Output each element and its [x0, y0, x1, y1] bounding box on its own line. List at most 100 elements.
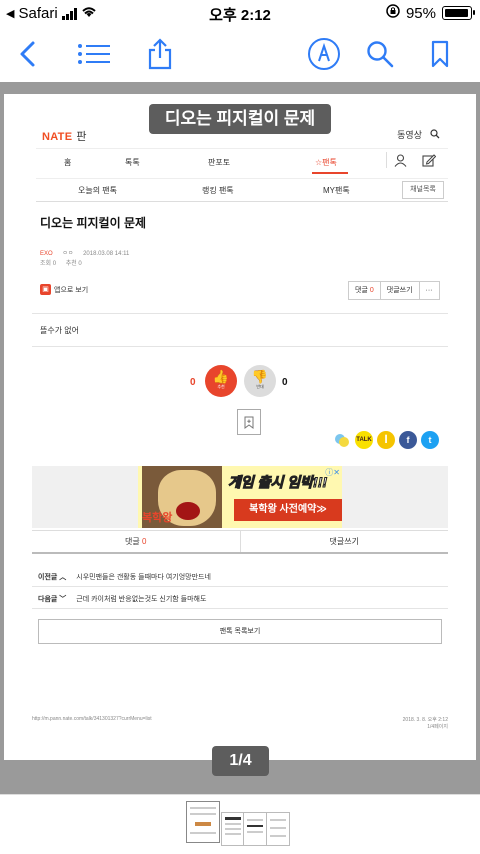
ad-choices-icon[interactable]: ⓘ✕ [325, 467, 340, 478]
battery-icon [442, 6, 475, 20]
sub-nav: 오늘의 팬톡 랭킹 팬톡 MY팬톡 채널목록 [36, 178, 448, 202]
dislike-label: 반대 [256, 384, 264, 389]
markup-pen-icon[interactable] [304, 34, 344, 74]
next-post[interactable]: 다음글 ﹀ 근데 카이처럼 반응없는것도 신기함 들마해도 [38, 594, 206, 604]
divider [32, 608, 448, 609]
post-datetime: 2018.03.08 14:11 [83, 251, 130, 257]
document-title-overlay: 디오는 피지컬이 문제 [149, 104, 331, 134]
next-post-label: 다음글 ﹀ [38, 596, 67, 603]
divider [32, 313, 448, 314]
page-search-icon[interactable] [430, 128, 440, 141]
orientation-lock-icon [386, 4, 400, 22]
comment-label: 댓글 [355, 287, 368, 294]
tab-comments-label: 댓글 [125, 537, 140, 546]
like-count: 0 [190, 377, 196, 388]
tab-write-comment[interactable]: 댓글쓰기 [239, 531, 449, 552]
ad-brand: 복학왕 [142, 512, 173, 524]
post-body: 뜰수가 없어 [40, 326, 80, 335]
scrap-icon [244, 416, 254, 429]
thumbnail-page-3[interactable] [243, 812, 267, 846]
list-button[interactable]: 팬톡 목록보기 [38, 619, 442, 644]
share-facebook-icon[interactable]: f [399, 431, 417, 449]
viewer-toolbar [0, 28, 480, 82]
page-indicator: 1/4 [212, 746, 269, 776]
battery-percent: 95% [405, 4, 436, 22]
thumbnail-page-1[interactable] [186, 801, 220, 843]
share-buttons: TALK ꟾ f t [333, 431, 439, 449]
prev-post-title[interactable]: 시우민팬들은 갠활동 들때마다 여기엉망만드네 [76, 572, 211, 582]
nav-home[interactable]: 홈 [64, 157, 71, 168]
share-kakaotalk-icon[interactable] [333, 431, 351, 449]
share-kakao-talk-icon[interactable]: TALK [355, 431, 373, 449]
next-post-title[interactable]: 근데 카이처럼 반응없는것도 신기함 들마해도 [76, 594, 206, 604]
post-meta: EXO ㅇㅇ 2018.03.08 14:11 [40, 248, 129, 257]
comment-count-button[interactable]: 댓글 0 [348, 281, 381, 300]
ad-image[interactable]: 복학왕 게임 출시 임박!!! 복학왕 사전예약≫ ⓘ✕ [138, 466, 342, 528]
logo-text: NATE [42, 131, 73, 143]
share-twitter-icon[interactable]: t [421, 431, 439, 449]
write-icon[interactable] [422, 153, 437, 172]
app-view-link[interactable]: ▣ 앱으로 보기 [40, 284, 88, 295]
subnav-today[interactable]: 오늘의 팬톡 [78, 185, 117, 196]
print-footer-pages: 1/4페이지 [427, 724, 448, 730]
app-icon: ▣ [40, 284, 51, 295]
nav-talk[interactable]: 톡톡 [125, 157, 140, 168]
list-icon[interactable] [74, 34, 114, 74]
thumbnail-page-2[interactable] [221, 812, 245, 846]
prev-post[interactable]: 이전글 ︿ 시우민팬들은 갠활동 들때마다 여기엉망만드네 [38, 572, 211, 582]
safari-pdf-viewer: ◀ Safari 오후 2:12 95% NATE 판 동영상 홈 톡톡 판포토… [0, 0, 480, 854]
ad-cta[interactable]: 복학왕 사전예약≫ [234, 499, 342, 521]
subnav-my[interactable]: MY팬톡 [323, 185, 350, 196]
scrap-button[interactable] [237, 409, 261, 435]
post-title: 디오는 피지컬이 문제 [40, 216, 147, 230]
nav-active-underline [312, 172, 348, 174]
post-author[interactable]: EXO [40, 251, 53, 257]
comment-count: 0 [369, 287, 374, 294]
channel-list-button[interactable]: 채널목록 [402, 181, 444, 199]
prev-post-label: 이전글 ︿ [38, 574, 67, 581]
logo-sub-text: 판 [76, 131, 87, 143]
ad-character-illustration: 복학왕 [142, 466, 222, 528]
more-button[interactable]: ··· [419, 281, 440, 300]
search-icon[interactable] [360, 34, 400, 74]
comment-actions: 댓글 0 댓글쓰기 ··· [348, 281, 440, 300]
nate-logo: NATE 판 [42, 128, 87, 144]
view-count: 조회 0 [40, 261, 57, 267]
video-link[interactable]: 동영상 [397, 128, 422, 141]
dislike-count: 0 [282, 377, 288, 388]
main-nav: 홈 톡톡 판포토 ☆팬톡 [36, 148, 448, 174]
divider [32, 586, 448, 587]
bookmark-icon[interactable] [420, 34, 460, 74]
tab-comments[interactable]: 댓글 0 [32, 531, 240, 552]
status-bar: ◀ Safari 오후 2:12 95% [0, 0, 480, 28]
user-icon[interactable] [394, 154, 407, 172]
nav-fantalk[interactable]: ☆팬톡 [315, 157, 337, 168]
back-icon[interactable] [8, 34, 48, 74]
print-footer-datetime: 2018. 3. 8. 오후 2:12 [402, 717, 448, 723]
subnav-ranking[interactable]: 랭킹 팬톡 [202, 185, 234, 196]
divider [32, 346, 448, 347]
thumbs-up-icon: 👍 [212, 369, 230, 384]
recommend-count: 추천 0 [65, 261, 82, 267]
ad-headline: 게임 출시 임박!!! [227, 474, 328, 491]
print-footer-date: 2018. 3. 8. 오후 2:12 1/4페이지 [403, 716, 448, 730]
app-view-label: 앱으로 보기 [54, 286, 89, 294]
thumbnail-page-4[interactable] [266, 812, 290, 846]
like-label: 추천 [217, 384, 225, 389]
page-thumbnails [0, 794, 480, 854]
dislike-button[interactable]: 👎 반대 [244, 365, 276, 397]
ad-banner[interactable]: 복학왕 게임 출시 임박!!! 복학왕 사전예약≫ ⓘ✕ [32, 466, 448, 528]
share-icon[interactable] [140, 34, 180, 74]
tab-comments-count: 0 [142, 537, 147, 546]
like-button[interactable]: 👍 추천 [205, 365, 237, 397]
comment-tabs: 댓글 0 댓글쓰기 [32, 530, 448, 554]
nav-photo[interactable]: 판포토 [208, 157, 230, 168]
post-stats: 조회 0 추천 0 [40, 258, 82, 267]
post-author-sub: ㅇㅇ [62, 251, 74, 257]
print-footer-url: http://m.pann.nate.com/talk/341301327?cu… [32, 716, 152, 722]
nav-divider [386, 152, 387, 168]
thumbs-down-icon: 👎 [251, 369, 269, 384]
share-kakao-story-icon[interactable]: ꟾ [377, 431, 395, 449]
header-right: 동영상 [397, 128, 440, 141]
write-comment-button[interactable]: 댓글쓰기 [380, 281, 420, 300]
